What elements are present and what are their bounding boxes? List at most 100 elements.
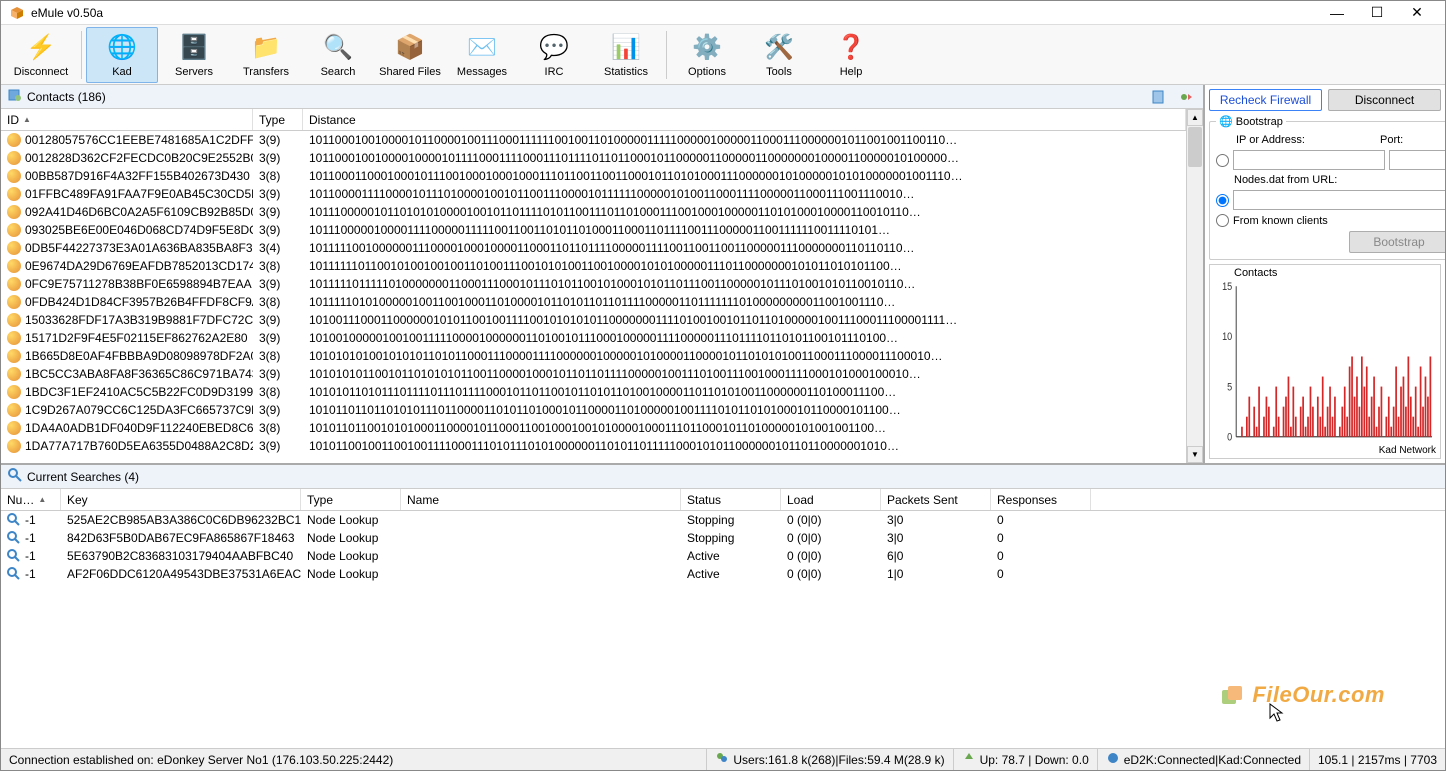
col-type[interactable]: Type (253, 109, 303, 130)
col-resp[interactable]: Responses (991, 489, 1091, 510)
minimize-button[interactable]: — (1317, 1, 1357, 25)
toolbar-label: Help (840, 66, 863, 78)
ip-input[interactable] (1233, 150, 1385, 170)
irc-button[interactable]: 💬IRC (518, 27, 590, 83)
toolbar-label: Statistics (604, 66, 648, 78)
node-orb-icon (7, 295, 21, 309)
table-row[interactable]: 0012828D362CF2FECDC0B20C9E2552B03(9)1011… (1, 149, 1186, 167)
close-button[interactable]: ✕ (1397, 1, 1437, 25)
cell-distance: 1011000100100001011000010011100011111100… (303, 133, 1186, 147)
cell-num: -1 (25, 513, 36, 527)
kad-icon: 🌐 (106, 32, 138, 64)
search-button[interactable]: 🔍Search (302, 27, 374, 83)
scroll-up-button[interactable]: ▲ (1187, 109, 1203, 126)
table-row[interactable]: 1BC5CC3ABA8FA8F36365C86C971BA7433(9)1010… (1, 365, 1186, 383)
table-row[interactable]: 15171D2F9F4E5F02115EF862762A2E803(9)1010… (1, 329, 1186, 347)
node-orb-icon (7, 133, 21, 147)
nodes-radio[interactable] (1216, 194, 1229, 207)
contacts-chart: Contacts 051015 Kad Network (1209, 264, 1441, 459)
node-orb-icon (7, 349, 21, 363)
table-row[interactable]: 1C9D267A079CC6C125DA3FC665737C9E3(9)1010… (1, 401, 1186, 419)
cell-distance: 1010011100011000000101011001001111001010… (303, 313, 1186, 327)
table-row[interactable]: 093025BE6E00E046D068CD74D9F5E8DC3(9)1011… (1, 221, 1186, 239)
col-status[interactable]: Status (681, 489, 781, 510)
table-row[interactable]: 0E9674DA29D6769EAFDB7852013CD1743(8)1011… (1, 257, 1186, 275)
kad-button[interactable]: 🌐Kad (86, 27, 158, 83)
table-row[interactable]: 1B665D8E0AF4FBBBA9D08098978DF2A03(8)1010… (1, 347, 1186, 365)
known-clients-radio[interactable] (1216, 214, 1229, 227)
toolbar-label: Transfers (243, 66, 289, 78)
recheck-firewall-button[interactable]: Recheck Firewall (1209, 89, 1322, 111)
table-row[interactable]: 0FC9E75711278B38BF0E6598894B7EAA3(9)1011… (1, 275, 1186, 293)
right-disconnect-button[interactable]: Disconnect (1328, 89, 1441, 111)
cell-load: 0 (0|0) (781, 549, 881, 563)
toolbar-label: Disconnect (14, 66, 68, 78)
cell-type: 3(8) (253, 421, 303, 435)
status-bar: Connection established on: eDonkey Serve… (1, 748, 1445, 770)
col-pkt[interactable]: Packets Sent (881, 489, 991, 510)
table-row[interactable]: -15E63790B2C83683103179404AABFBC40Node L… (1, 547, 1445, 565)
sort-asc-icon: ▲ (38, 495, 46, 504)
tools-button[interactable]: 🛠️Tools (743, 27, 815, 83)
cell-load: 0 (0|0) (781, 567, 881, 581)
table-row[interactable]: -1842D63F5B0DAB67EC9FA865867F18463Node L… (1, 529, 1445, 547)
scroll-thumb[interactable] (1188, 127, 1202, 167)
col-load[interactable]: Load (781, 489, 881, 510)
help-button[interactable]: ❓Help (815, 27, 887, 83)
transfers-button[interactable]: 📁Transfers (230, 27, 302, 83)
cell-num: -1 (25, 531, 36, 545)
status-updown: Up: 78.7 | Down: 0.0 (954, 749, 1098, 770)
contacts-tool2-button[interactable] (1177, 87, 1197, 107)
col-distance[interactable]: Distance (303, 109, 1186, 130)
ip-radio[interactable] (1216, 154, 1229, 167)
toolbar-label: Options (688, 66, 726, 78)
table-row[interactable]: 0FDB424D1D84CF3957B26B4FFDF8CF9A3(8)1011… (1, 293, 1186, 311)
shared-files-button[interactable]: 📦Shared Files (374, 27, 446, 83)
table-row[interactable]: 00128057576CC1EEBE7481685A1C2DFF3(9)1011… (1, 131, 1186, 149)
disconnect-button[interactable]: ⚡Disconnect (5, 27, 77, 83)
col-id[interactable]: ID ▲ (1, 109, 253, 130)
cell-id: 093025BE6E00E046D068CD74D9F5E8DC (25, 223, 253, 237)
cell-distance: 1010101010010101011010110001110000111100… (303, 349, 1186, 363)
col-stype[interactable]: Type (301, 489, 401, 510)
network-icon (1106, 751, 1120, 768)
table-row[interactable]: 1DA4A0ADB1DF040D9F112240EBED8C693(8)1010… (1, 419, 1186, 437)
table-row[interactable]: 00BB587D916F4A32FF155B402673D4303(8)1011… (1, 167, 1186, 185)
cell-distance: 1011111001000000111000010001000011000110… (303, 241, 1186, 255)
table-row[interactable]: -1AF2F06DDC6120A49543DBE37531A6EACNode L… (1, 565, 1445, 583)
col-name[interactable]: Name (401, 489, 681, 510)
cell-id: 092A41D46D6BC0A2A5F6109CB92B85D0 (25, 205, 253, 219)
cell-load: 0 (0|0) (781, 531, 881, 545)
options-icon: ⚙️ (691, 32, 723, 64)
cell-status: Active (681, 549, 781, 563)
table-row[interactable]: 1DA77A717B760D5EA6355D0488A2C8D23(9)1010… (1, 437, 1186, 455)
statistics-icon: 📊 (610, 32, 642, 64)
table-row[interactable]: 1BDC3F1EF2410AC5C5B22FC0D9D319903(8)1010… (1, 383, 1186, 401)
maximize-button[interactable]: ☐ (1357, 1, 1397, 25)
servers-button[interactable]: 🗄️Servers (158, 27, 230, 83)
cell-key: AF2F06DDC6120A49543DBE37531A6EAC (61, 567, 301, 581)
contacts-tool1-button[interactable] (1149, 87, 1169, 107)
toolbar-label: IRC (545, 66, 564, 78)
table-row[interactable]: -1525AE2CB985AB3A386C0C6DB96232BC1Node L… (1, 511, 1445, 529)
messages-button[interactable]: ✉️Messages (446, 27, 518, 83)
cell-id: 0DB5F44227373E3A01A636BA835BA8F3 (25, 241, 253, 255)
port-input[interactable] (1389, 150, 1445, 170)
bootstrap-button[interactable]: Bootstrap (1349, 231, 1445, 253)
scroll-down-button[interactable]: ▼ (1187, 446, 1203, 463)
cell-type: 3(9) (253, 439, 303, 453)
table-row[interactable]: 0DB5F44227373E3A01A636BA835BA8F33(4)1011… (1, 239, 1186, 257)
table-row[interactable]: 01FFBC489FA91FAA7F9E0AB45C30CD5B3(9)1011… (1, 185, 1186, 203)
contacts-scrollbar[interactable]: ▲ ▼ (1186, 109, 1203, 463)
options-button[interactable]: ⚙️ Options (671, 27, 743, 83)
col-key[interactable]: Key (61, 489, 301, 510)
table-row[interactable]: 15033628FDF17A3B319B9881F7DFC72C3(9)1010… (1, 311, 1186, 329)
cell-distance: 1011111101100101001001001101001110010101… (303, 259, 1186, 273)
ip-label: IP or Address: (1236, 134, 1374, 146)
sort-asc-icon: ▲ (23, 115, 31, 124)
table-row[interactable]: 092A41D46D6BC0A2A5F6109CB92B85D03(9)1011… (1, 203, 1186, 221)
cell-id: 00128057576CC1EEBE7481685A1C2DFF (25, 133, 253, 147)
statistics-button[interactable]: 📊 Statistics (590, 27, 662, 83)
nodes-url-input[interactable] (1233, 190, 1445, 210)
col-num[interactable]: Nu… ▲ (1, 489, 61, 510)
